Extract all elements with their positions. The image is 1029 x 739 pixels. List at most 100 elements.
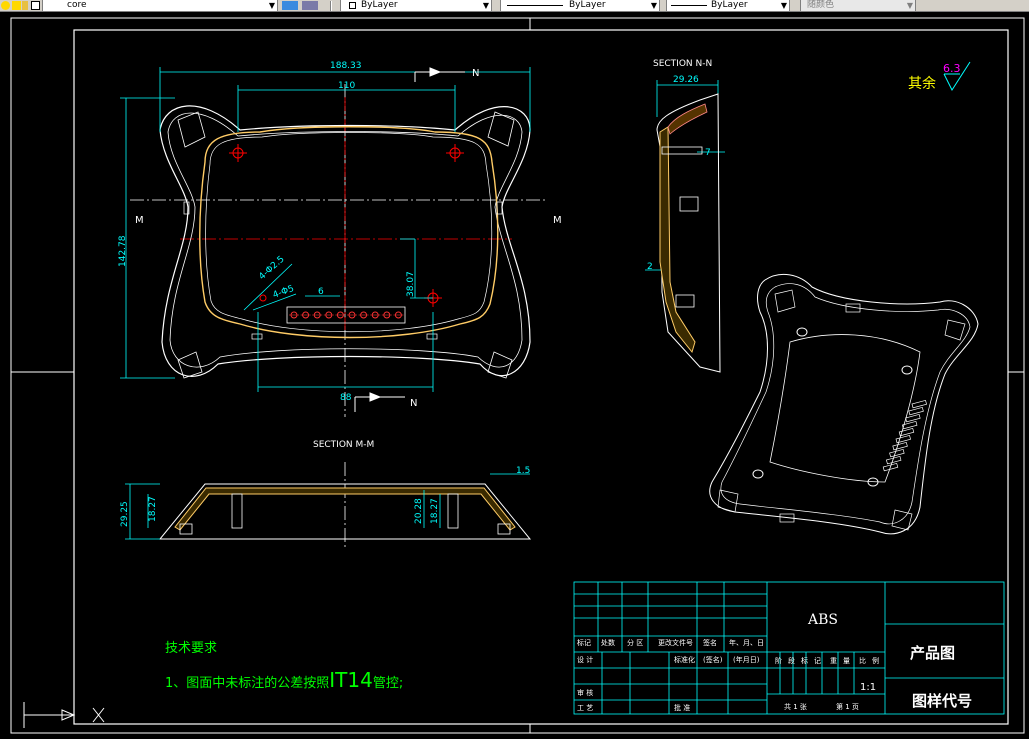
dim-boss-offset: 38.07	[406, 271, 416, 297]
section-nn-top-wall	[667, 103, 708, 135]
dim-hole-1: 4-Φ2.5	[257, 254, 286, 282]
boss-holes	[229, 144, 464, 307]
chevron-down-icon: ▼	[780, 1, 787, 10]
dim-bottom-width: 88	[340, 393, 352, 403]
layer-lock-icon[interactable]	[22, 1, 28, 10]
tb-sign: (签名)	[703, 655, 723, 664]
tb-row-label-5: 年、月、日	[729, 638, 764, 647]
tb-stage-4: 重	[830, 657, 837, 665]
section-mm-view: SECTION M-M 29.25 18.27 20.28 18.27 1.5	[120, 440, 532, 547]
lineweight-sample-icon	[671, 5, 707, 6]
section-marker-m-left: M	[135, 215, 144, 226]
tb-stage-2: 标	[801, 656, 808, 665]
iso-rib	[908, 406, 924, 416]
chevron-down-icon: ▼	[650, 1, 657, 10]
tb-review: 审 核	[577, 688, 593, 697]
clip-mark-left	[251, 333, 263, 340]
tb-stage-7: 例	[872, 656, 879, 665]
make-current-layer-icon[interactable]	[282, 1, 298, 10]
toolbar-separator	[330, 1, 332, 11]
iso-rib	[905, 413, 921, 423]
chevron-down-icon: ▼	[268, 1, 275, 10]
title-block-text: ABS 产品图 图样代号 1:1 标记 处数 分 区 更改文件号 签名 年、月、…	[577, 612, 972, 712]
isometric-view	[709, 273, 979, 535]
color-swatch-icon	[349, 2, 356, 9]
plotstyle-combo[interactable]: 随颜色 ▼	[800, 0, 916, 11]
tb-row-label-1: 处数	[601, 638, 615, 647]
layer-name: core	[67, 0, 87, 10]
iso-pocket-4	[891, 509, 913, 531]
layer-color-icon[interactable]	[31, 1, 40, 10]
layer-previous-icon[interactable]	[302, 1, 318, 10]
properties-toolbar: core ▼ ByLayer ▼ ByLayer ▼ ByLayer ▼ 随颜色…	[0, 0, 1029, 12]
section-mm-wall-dim: 1.5	[516, 466, 530, 476]
section-nn-clip	[675, 294, 695, 308]
clip-mark-right	[426, 333, 438, 340]
tb-scale: 1:1	[860, 682, 876, 693]
section-marker-m-right: M	[553, 215, 562, 226]
tech-item-1: 1、图面中未标注的公差按照IT14管控;	[165, 668, 403, 692]
linetype-value: ByLayer	[569, 0, 606, 10]
section-mm-height-boss-1: 20.28	[414, 498, 424, 524]
section-mm-height-inner: 18.27	[148, 496, 158, 522]
iso-pocket-3	[717, 489, 739, 513]
section-mm-height-outer: 29.25	[120, 501, 130, 527]
technical-requirements: 技术要求 1、图面中未标注的公差按照IT14管控;	[165, 641, 403, 692]
linetype-sample-icon	[507, 5, 563, 6]
tb-design: 设 计	[577, 655, 593, 664]
tech-item-1-suffix: 管控;	[373, 676, 403, 691]
section-nn-view: SECTION N-N 29.26 2 7	[645, 59, 725, 373]
plan-view: 188.33 110 88 142.78 38.07 6 4-Φ2.5 4-Φ5…	[118, 61, 562, 417]
lineweight-combo[interactable]: ByLayer ▼	[666, 0, 790, 11]
iso-inner-contour	[720, 283, 971, 525]
linetype-combo[interactable]: ByLayer ▼	[500, 0, 660, 11]
tb-stage-6: 比	[859, 656, 866, 665]
layer-freeze-icon[interactable]	[12, 1, 21, 10]
tb-drawing-code: 图样代号	[912, 692, 972, 710]
iso-ribs	[882, 399, 927, 472]
dim-inner-width: 110	[338, 81, 355, 91]
dim-rib-pitch: 6	[318, 287, 324, 297]
dim-overall-width: 188.33	[330, 61, 362, 71]
surface-finish-symbol: 其余 6.3	[908, 61, 971, 92]
model-space-canvas[interactable]: 188.33 110 88 142.78 38.07 6 4-Φ2.5 4-Φ5…	[0, 12, 1029, 739]
tb-stage-0: 阶	[775, 656, 782, 665]
iso-boss-2	[901, 365, 913, 375]
chevron-down-icon: ▼	[906, 1, 913, 10]
surface-finish-label: 其余	[908, 75, 936, 92]
tb-sheet-no: 第 1 页	[836, 702, 859, 711]
inner-frame	[73, 29, 1009, 725]
rib-holes	[289, 311, 404, 319]
tb-standardize: 标准化	[674, 655, 695, 664]
tb-material: ABS	[807, 612, 838, 628]
section-nn-dims	[645, 80, 725, 271]
plan-dimension-lines	[120, 67, 531, 392]
tb-row-label-2: 分 区	[627, 638, 643, 647]
section-nn-thickness: 2	[647, 262, 653, 272]
tb-approve: 批 准	[674, 703, 690, 712]
section-marker-n-bottom: N	[410, 398, 417, 409]
tb-sheets-total: 共 1 张	[784, 702, 807, 711]
layer-combo[interactable]: core ▼	[42, 0, 278, 11]
tb-row-label-0: 标记	[577, 638, 591, 647]
layer-on-icon[interactable]	[1, 1, 10, 10]
color-value: ByLayer	[361, 0, 398, 10]
iso-pocket-2	[944, 319, 966, 341]
iso-rib	[892, 441, 908, 451]
iso-pocket-1	[774, 289, 796, 313]
section-mm-title: SECTION M-M	[313, 440, 374, 450]
iso-recess	[769, 334, 921, 483]
section-nn-title: SECTION N-N	[653, 59, 712, 69]
iso-rib	[911, 399, 927, 409]
iso-boss-1	[796, 327, 808, 337]
tb-row-label-4: 签名	[703, 638, 717, 647]
tb-stage-1: 段	[788, 656, 795, 665]
color-combo[interactable]: ByLayer ▼	[340, 0, 492, 11]
iso-rib	[889, 448, 905, 458]
tb-process: 工 艺	[577, 704, 593, 712]
outer-frame	[10, 17, 1025, 734]
tb-date: (年月日)	[733, 655, 760, 664]
display-window	[199, 126, 499, 339]
section-mm-height-boss-2: 18.27	[430, 498, 440, 524]
iso-rib	[895, 434, 911, 444]
